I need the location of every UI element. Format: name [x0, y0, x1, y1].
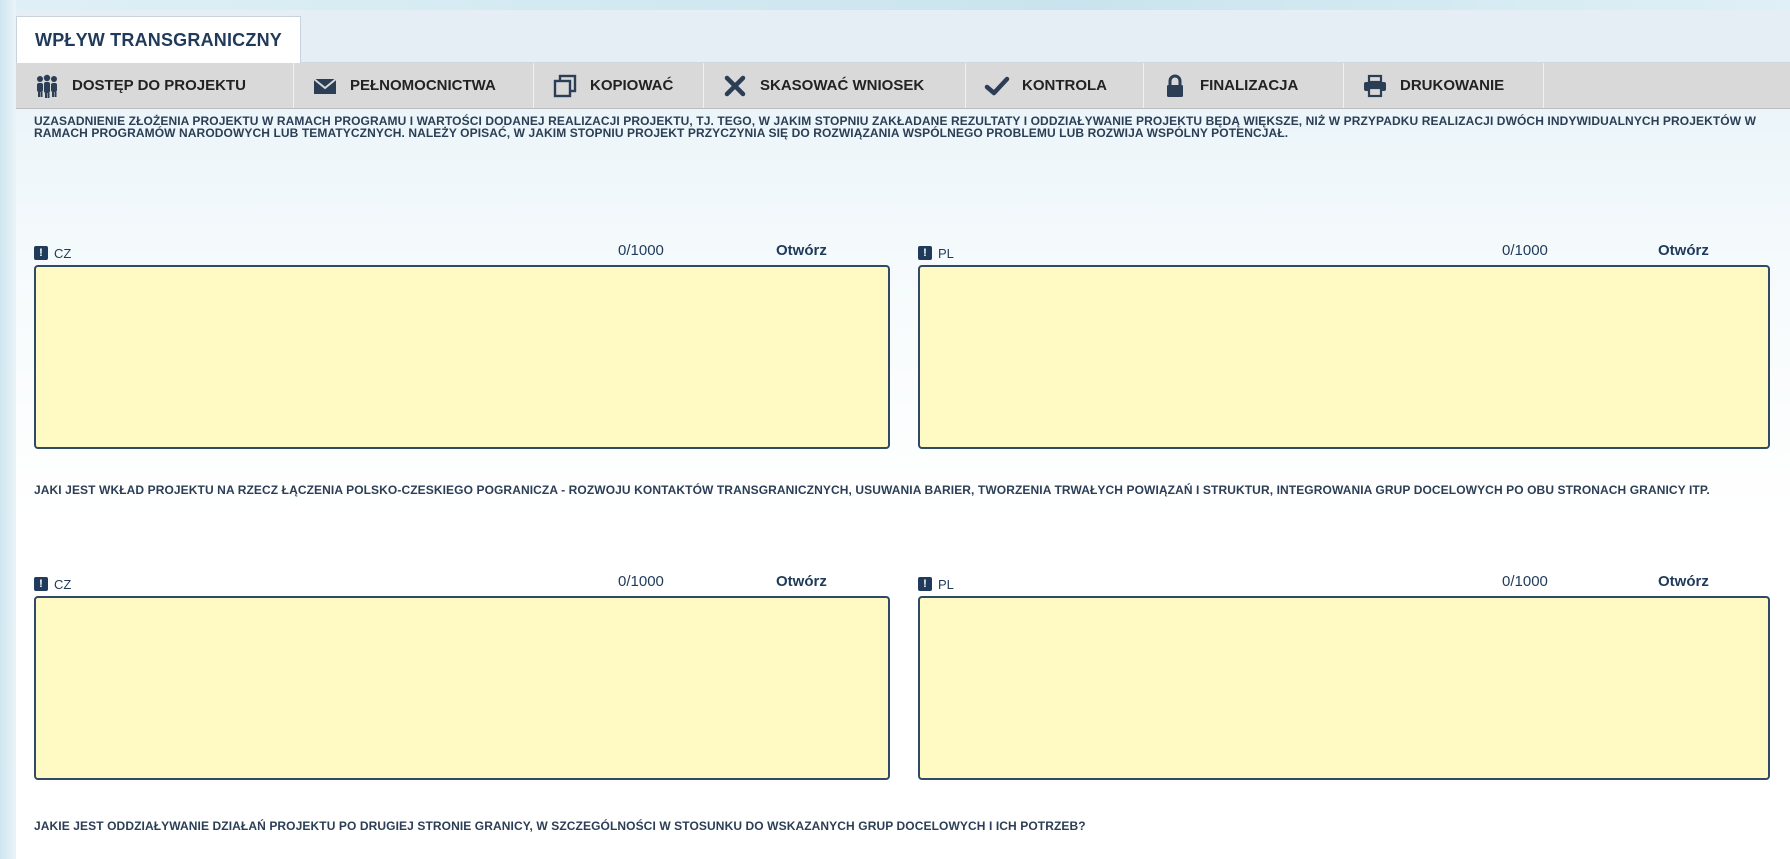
open-link-1-cz[interactable]: Otwórz: [776, 242, 827, 259]
field-2-cz-header: ! CZ: [34, 574, 71, 594]
lock-icon: [1162, 73, 1188, 99]
copy-button[interactable]: KOPIOWAĆ: [534, 63, 704, 108]
char-counter: 0/1000: [618, 573, 664, 590]
required-icon: !: [918, 246, 932, 260]
question-3: JAKIE JEST ODDZIAŁYWANIE DZIAŁAŃ PROJEKT…: [34, 819, 1086, 833]
power-of-attorney-label: PEŁNOMOCNICTWA: [350, 77, 496, 94]
print-button[interactable]: DRUKOWANIE: [1344, 63, 1544, 108]
project-access-label: DOSTĘP DO PROJEKTU: [72, 77, 246, 94]
application-window: WPŁYW TRANSGRANICZNY DOSTĘP DO PROJEKTU …: [0, 0, 1790, 859]
users-icon: [34, 73, 60, 99]
tab-wplyw-transgraniczny[interactable]: WPŁYW TRANSGRANICZNY: [16, 16, 301, 64]
required-icon: !: [918, 577, 932, 591]
control-label: KONTROLA: [1022, 77, 1107, 94]
delete-application-button[interactable]: SKASOWAĆ WNIOSEK: [704, 63, 966, 108]
field-lang-label: CZ: [54, 245, 72, 261]
finalization-label: FINALIZACJA: [1200, 77, 1299, 94]
delete-icon: [722, 73, 748, 99]
textarea-1-pl[interactable]: [918, 265, 1770, 449]
question-2: JAKI JEST WKŁAD PROJEKTU NA RZECZ ŁĄCZEN…: [34, 483, 1710, 497]
top-decorative-band: [0, 0, 1790, 10]
envelope-icon: [312, 73, 338, 99]
form-content: UZASADNIENIE ZŁOŻENIA PROJEKTU W RAMACH …: [16, 109, 1790, 859]
delete-application-label: SKASOWAĆ WNIOSEK: [760, 77, 925, 94]
toolbar: DOSTĘP DO PROJEKTU PEŁNOMOCNICTWA KOPIOW…: [16, 63, 1790, 109]
char-counter: 0/1000: [618, 242, 664, 259]
field-lang-label: PL: [938, 245, 954, 261]
field-lang-label: CZ: [54, 576, 72, 592]
copy-icon: [552, 73, 578, 99]
field-1-cz-header: ! CZ: [34, 243, 71, 263]
field-2-pl-header: ! PL: [918, 574, 954, 594]
textarea-1-cz[interactable]: [34, 265, 890, 449]
char-counter: 0/1000: [1502, 242, 1548, 259]
print-label: DRUKOWANIE: [1400, 77, 1505, 94]
control-button[interactable]: KONTROLA: [966, 63, 1144, 108]
required-icon: !: [34, 246, 48, 260]
finalization-button[interactable]: FINALIZACJA: [1144, 63, 1344, 108]
textarea-2-pl[interactable]: [918, 596, 1770, 780]
open-link-2-pl[interactable]: Otwórz: [1658, 573, 1709, 590]
open-link-1-pl[interactable]: Otwórz: [1658, 242, 1709, 259]
open-link-2-cz[interactable]: Otwórz: [776, 573, 827, 590]
required-icon: !: [34, 577, 48, 591]
project-access-button[interactable]: DOSTĘP DO PROJEKTU: [16, 63, 294, 108]
field-lang-label: PL: [938, 576, 954, 592]
header-bar: WPŁYW TRANSGRANICZNY: [16, 10, 1790, 64]
question-1: UZASADNIENIE ZŁOŻENIA PROJEKTU W RAMACH …: [34, 114, 1756, 140]
char-counter: 0/1000: [1502, 573, 1548, 590]
check-icon: [984, 73, 1010, 99]
textarea-2-cz[interactable]: [34, 596, 890, 780]
printer-icon: [1362, 73, 1388, 99]
power-of-attorney-button[interactable]: PEŁNOMOCNICTWA: [294, 63, 534, 108]
field-1-pl-header: ! PL: [918, 243, 954, 263]
left-decorative-strip: [0, 0, 16, 859]
copy-label: KOPIOWAĆ: [590, 77, 674, 94]
